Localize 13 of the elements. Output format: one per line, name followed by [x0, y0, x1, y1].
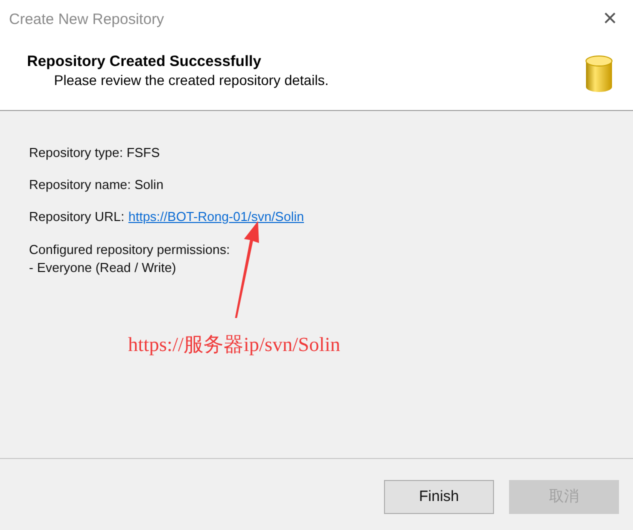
repository-url-link[interactable]: https://BOT-Rong-01/svn/Solin: [128, 209, 304, 225]
permission-item: - Everyone (Read / Write): [29, 259, 178, 277]
window-title: Create New Repository: [9, 10, 164, 28]
detail-text: Repository name: Solin: [29, 177, 164, 193]
detail-text: Repository type: FSFS: [29, 145, 160, 161]
permissions-heading: Configured repository permissions:: [29, 241, 231, 259]
close-button[interactable]: ×: [596, 7, 623, 31]
header-subtitle: Please review the created repository details.: [53, 72, 329, 88]
database-icon: [585, 55, 613, 93]
detail-label: Repository URL:: [29, 209, 124, 225]
finish-button[interactable]: Finish: [384, 480, 494, 514]
header-title: Repository Created Successfully: [27, 52, 262, 70]
annotation-text: https://服务器ip/svn/Solin: [128, 333, 340, 358]
